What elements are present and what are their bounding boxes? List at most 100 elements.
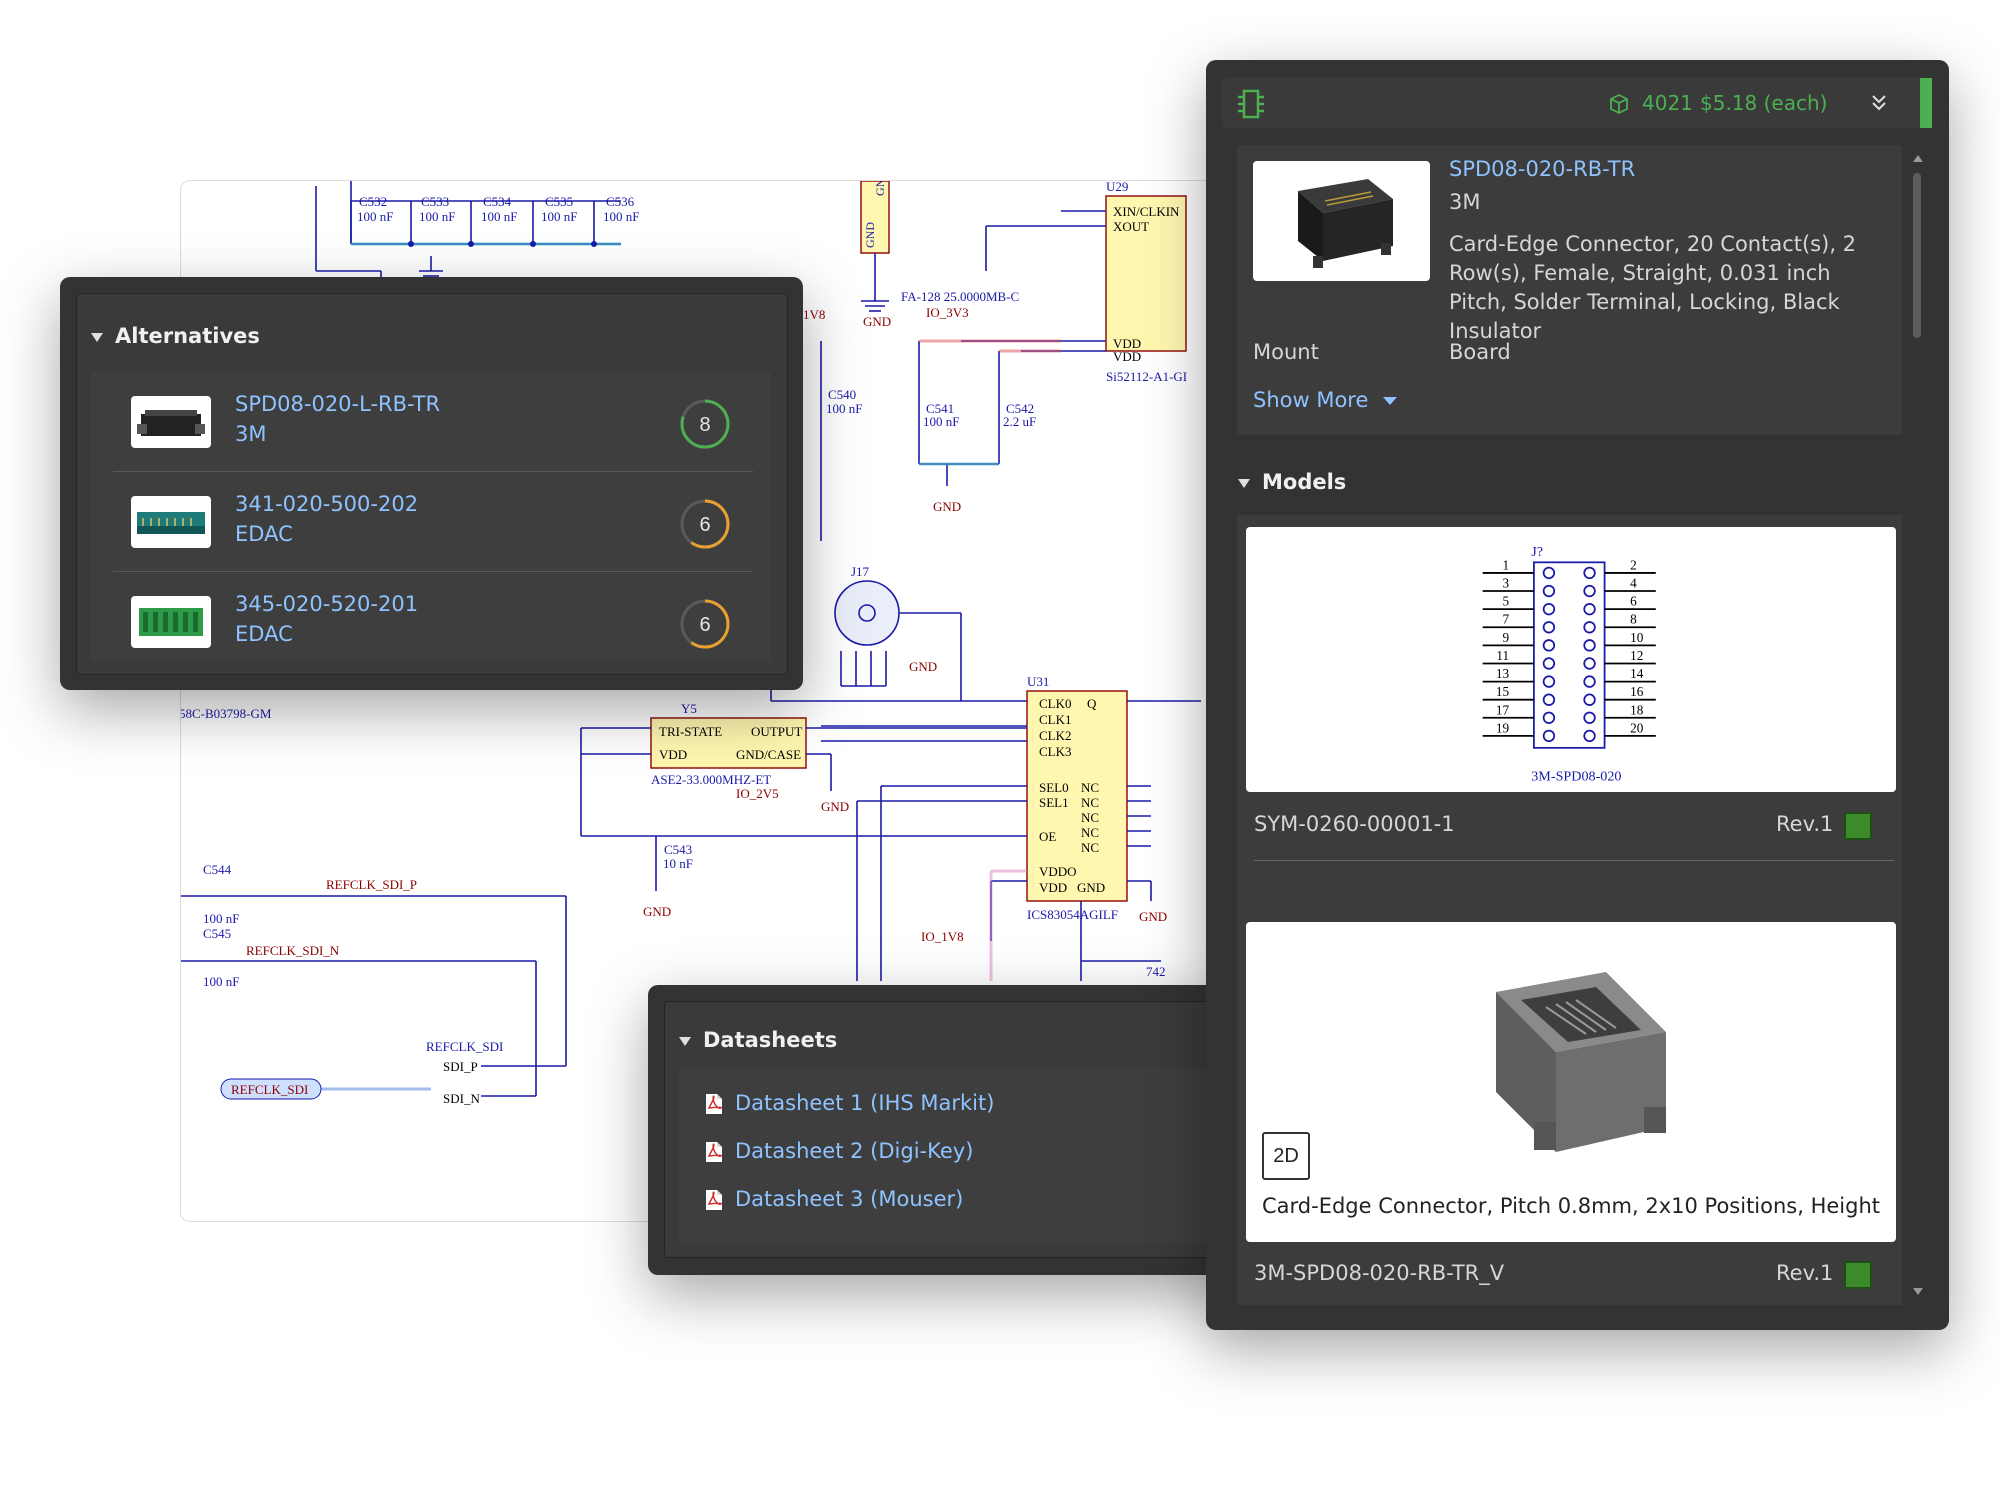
datasheets-panel: Datasheets Datasheet 1 (IHS Markit) Data… <box>648 985 1286 1275</box>
symbol-pin-contact <box>1542 657 1556 670</box>
svg-text:TRI-STATE: TRI-STATE <box>659 724 722 739</box>
alternative-part-number[interactable]: 341-020-500-202 <box>235 492 418 516</box>
svg-text:C545: C545 <box>203 926 231 941</box>
alternative-score: 6 <box>679 498 731 554</box>
svg-text:100 nF: 100 nF <box>419 209 455 224</box>
part-number[interactable]: SPD08-020-RB-TR <box>1449 157 1635 181</box>
svg-text:Si52112-A1-GI: Si52112-A1-GI <box>1106 369 1187 384</box>
2d-toggle-button[interactable]: 2D <box>1262 1132 1310 1180</box>
svg-text:Y5: Y5 <box>681 701 697 716</box>
part-thumbnail <box>131 396 211 448</box>
symbol-status-indicator <box>1844 812 1872 840</box>
symbol-pin-number: 19 <box>1496 720 1510 735</box>
status-accent-bar <box>1920 78 1932 128</box>
symbol-pin-number: 10 <box>1630 630 1644 645</box>
datasheets-header[interactable]: Datasheets <box>679 1028 837 1052</box>
part-description: Card-Edge Connector, 20 Contact(s), 2 Ro… <box>1449 232 1857 343</box>
datasheet-link-1[interactable]: Datasheet 1 (IHS Markit) <box>705 1091 994 1115</box>
svg-text:SEL0: SEL0 <box>1039 780 1069 795</box>
symbol-pin-number: 6 <box>1630 594 1637 609</box>
component-chip-icon[interactable] <box>1236 87 1266 121</box>
3d-model-preview[interactable]: 2D Card-Edge Connector, Pitch 0.8mm, 2x1… <box>1246 922 1896 1242</box>
svg-text:100 nF: 100 nF <box>481 209 517 224</box>
scrollbar[interactable] <box>1911 155 1923 1295</box>
svg-text:SEL1: SEL1 <box>1039 795 1069 810</box>
scrollbar-thumb[interactable] <box>1913 173 1921 338</box>
symbol-pin-contact <box>1542 566 1556 580</box>
part-detail-panel: 4021 $5.18 (each) SPD08-020-RB-TR 3M Car… <box>1206 60 1949 1330</box>
symbol-pin-number: 2 <box>1630 557 1637 572</box>
alternative-part-number[interactable]: 345-020-520-201 <box>235 592 418 616</box>
alternative-part-number[interactable]: SPD08-020-L-RB-TR <box>235 392 440 416</box>
symbol-pin-number: 9 <box>1503 630 1510 645</box>
symbol-pin-number: 7 <box>1503 612 1510 627</box>
svg-text:REFCLK_SDI: REFCLK_SDI <box>426 1039 503 1054</box>
divider <box>113 471 753 472</box>
svg-text:CLK3: CLK3 <box>1039 744 1072 759</box>
double-chevron-down-icon[interactable] <box>1869 93 1889 113</box>
svg-text:GND: GND <box>863 222 877 248</box>
svg-text:CLK2: CLK2 <box>1039 728 1072 743</box>
unit-price: $5.18 (each) <box>1700 91 1828 115</box>
alternative-manufacturer[interactable]: 3M <box>235 422 266 446</box>
symbol-pin-contact <box>1583 675 1596 688</box>
symbol-name[interactable]: SYM-0260-00001-1 <box>1254 812 1455 836</box>
svg-text:10 nF: 10 nF <box>663 856 693 871</box>
svg-text:REFCLK_SDI_P: REFCLK_SDI_P <box>326 877 417 892</box>
svg-text:6: 6 <box>699 514 710 536</box>
alternatives-panel: Alternatives SPD08-020-L-RB-TR 3M 8 341- <box>60 277 803 690</box>
svg-text:CLK0: CLK0 <box>1039 696 1072 711</box>
3d-model-status-indicator <box>1844 1261 1872 1289</box>
svg-text:SDI_P: SDI_P <box>443 1059 478 1074</box>
alternative-score: 8 <box>679 398 731 454</box>
alternative-score: 6 <box>679 598 731 654</box>
mount-label: Mount <box>1253 340 1319 364</box>
svg-text:CLK1: CLK1 <box>1039 712 1072 727</box>
symbol-pin-number: 13 <box>1496 666 1510 681</box>
symbol-pin-number: 14 <box>1630 666 1644 681</box>
symbol-pin-number: 15 <box>1496 684 1510 699</box>
svg-text:VDDO: VDDO <box>1039 864 1077 879</box>
symbol-pin-contact <box>1542 693 1556 706</box>
svg-text:C535: C535 <box>545 194 573 209</box>
symbol-model-preview[interactable]: J? 1 3 5 7 9 11 13 15 17 19 2 4 6 8 10 12 14 16 18 20 3M-SP… <box>1246 527 1896 792</box>
sch-label-c532: C532 <box>359 194 387 209</box>
3d-model-name[interactable]: 3M-SPD08-020-RB-TR_V <box>1254 1261 1504 1285</box>
svg-text:100 nF: 100 nF <box>357 209 393 224</box>
svg-text:C533: C533 <box>421 194 449 209</box>
symbol-pin-number: 3 <box>1503 576 1510 591</box>
models-header[interactable]: Models <box>1238 470 1346 494</box>
svg-text:C534: C534 <box>483 194 512 209</box>
symbol-pin-contact <box>1542 621 1556 634</box>
alternative-manufacturer[interactable]: EDAC <box>235 622 293 646</box>
symbol-pin-number: 12 <box>1630 648 1643 663</box>
alternatives-header[interactable]: Alternatives <box>91 324 260 348</box>
mount-value: Board <box>1449 340 1511 364</box>
show-more-button[interactable]: Show More <box>1253 388 1398 412</box>
svg-text:GND: GND <box>909 659 937 674</box>
pdf-icon <box>706 1190 723 1210</box>
symbol-pin-contact <box>1583 729 1596 743</box>
svg-text:1V8: 1V8 <box>803 307 825 322</box>
divider <box>113 571 753 572</box>
svg-text:6: 6 <box>699 614 710 636</box>
alternative-item-2[interactable]: 341-020-500-202 EDAC 6 <box>113 474 753 572</box>
svg-text:100 nF: 100 nF <box>923 414 959 429</box>
svg-text:GND: GND <box>821 799 849 814</box>
part-manufacturer: 3M <box>1449 190 1481 214</box>
svg-text:100 nF: 100 nF <box>603 209 639 224</box>
collapse-triangle-icon <box>91 332 103 342</box>
alternative-manufacturer[interactable]: EDAC <box>235 522 293 546</box>
part-image <box>1253 161 1430 281</box>
datasheet-link-3[interactable]: Datasheet 3 (Mouser) <box>705 1187 963 1211</box>
alternative-item-1[interactable]: SPD08-020-L-RB-TR 3M 8 <box>113 374 753 472</box>
alternative-item-3[interactable]: 345-020-520-201 EDAC 6 <box>113 574 753 672</box>
datasheet-link-2[interactable]: Datasheet 2 (Digi-Key) <box>705 1139 973 1163</box>
svg-text:U31: U31 <box>1027 674 1049 689</box>
symbol-pin-number: 8 <box>1630 612 1637 627</box>
alternatives-title: Alternatives <box>115 324 260 348</box>
svg-text:J17: J17 <box>851 564 870 579</box>
datasheets-title: Datasheets <box>703 1028 838 1052</box>
symbol-pin-contact <box>1583 693 1596 706</box>
symbol-revision: Rev.1 <box>1776 812 1834 836</box>
